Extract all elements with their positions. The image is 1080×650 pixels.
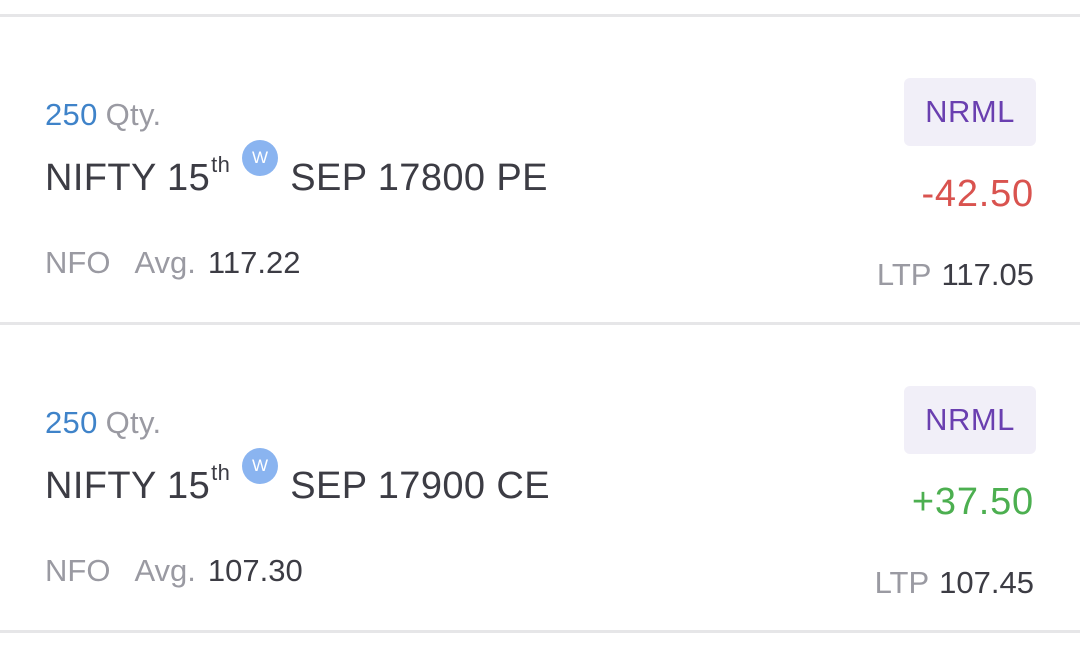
ltp-line: LTP 117.05 bbox=[877, 257, 1034, 293]
quantity-unit: Qty. bbox=[105, 405, 162, 440]
symbol-text: NIFTY 15 bbox=[45, 465, 211, 507]
quantity-line: 250 Qty. bbox=[45, 405, 161, 441]
symbol-superscript: th bbox=[211, 152, 231, 177]
avg-label: Avg. bbox=[134, 553, 196, 588]
quantity-line: 250 Qty. bbox=[45, 97, 161, 133]
position-meta: NFO Avg. 117.22 bbox=[45, 245, 300, 281]
weekly-expiry-badge: W bbox=[242, 447, 279, 484]
product-badge: NRML bbox=[904, 386, 1036, 454]
quantity-value: 250 bbox=[45, 405, 98, 440]
position-row[interactable]: 250 Qty. NIFTY 15th W SEP 17900 CE NFO Avg. 1… bbox=[0, 325, 1080, 630]
ltp-line: LTP 107.45 bbox=[875, 565, 1034, 601]
contract-text: SEP 17800 PE bbox=[290, 157, 548, 199]
avg-value: 117.22 bbox=[207, 245, 301, 280]
quantity-value: 250 bbox=[45, 97, 98, 132]
position-row[interactable]: 250 Qty. NIFTY 15th W SEP 17800 PE NFO Avg. 1… bbox=[0, 17, 1080, 322]
symbol-superscript: th bbox=[211, 460, 231, 485]
quantity-unit: Qty. bbox=[105, 97, 162, 132]
symbol-text: NIFTY 15 bbox=[45, 157, 211, 199]
position-meta: NFO Avg. 107.30 bbox=[45, 553, 303, 589]
exchange-label: NFO bbox=[45, 553, 111, 588]
contract-text: SEP 17900 CE bbox=[290, 465, 550, 507]
ltp-label: LTP bbox=[876, 257, 932, 292]
ltp-label: LTP bbox=[874, 565, 930, 600]
pnl-value: +37.50 bbox=[911, 481, 1034, 523]
exchange-label: NFO bbox=[45, 245, 111, 280]
bottom-divider bbox=[0, 630, 1080, 633]
ltp-value: 107.45 bbox=[939, 565, 1034, 600]
pnl-value: -42.50 bbox=[921, 173, 1034, 215]
weekly-expiry-badge: W bbox=[242, 139, 279, 176]
instrument-name: NIFTY 15th W SEP 17900 CE bbox=[45, 447, 550, 508]
ltp-value: 117.05 bbox=[941, 257, 1034, 292]
product-badge: NRML bbox=[904, 78, 1036, 146]
avg-value: 107.30 bbox=[207, 553, 303, 588]
instrument-name: NIFTY 15th W SEP 17800 PE bbox=[45, 139, 548, 200]
avg-label: Avg. bbox=[134, 245, 196, 280]
